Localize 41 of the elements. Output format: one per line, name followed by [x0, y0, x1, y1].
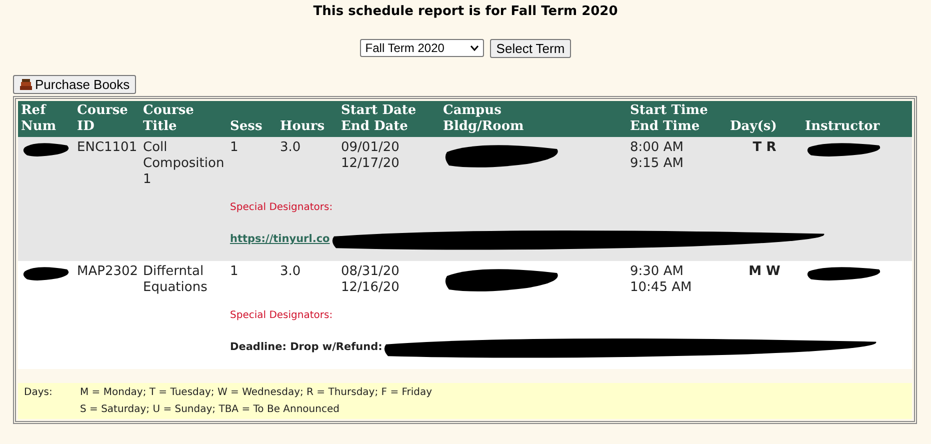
hours: 3.0 — [280, 140, 302, 156]
column-header: Instructor — [802, 101, 912, 137]
report-title: This schedule report is for Fall Term 2020 — [313, 4, 618, 19]
course-id: ENC1101 — [77, 140, 137, 156]
hours: 3.0 — [280, 264, 302, 280]
term-select[interactable]: Fall Term 2020 — [360, 39, 484, 57]
legend-text: S = Saturday; U = Sunday; TBA = To Be Announced — [80, 404, 340, 415]
meeting-days: T R — [730, 140, 799, 156]
column-header: Hours — [277, 101, 338, 137]
special-designators-label: Special Designators: — [230, 309, 334, 323]
select-term-button[interactable]: Select Term — [490, 39, 571, 58]
start-date: 08/31/20 — [341, 264, 400, 280]
column-header: Ref Num — [18, 101, 74, 137]
end-time: 9:15 AM — [630, 156, 684, 172]
end-time: 10:45 AM — [630, 280, 693, 296]
meeting-days: M W — [730, 264, 799, 280]
session: 1 — [230, 140, 240, 156]
deadline-text: Deadline: Drop w/Refund: — [230, 340, 382, 355]
course-title: Differntal Equations — [143, 264, 208, 296]
column-header: Day(s) — [727, 101, 802, 137]
column-header: Course ID — [74, 101, 140, 137]
caret-icon — [470, 45, 480, 51]
purchase-books-button[interactable]: Purchase Books — [13, 75, 136, 94]
legend-text: M = Monday; T = Tuesday; W = Wednesday; R = Thursday; F = Friday — [80, 387, 434, 398]
course-id: MAP2302 — [77, 264, 137, 280]
column-header: Start Date End Date — [338, 101, 440, 137]
start-time: 9:30 AM — [630, 264, 684, 280]
column-header: Sess — [227, 101, 277, 137]
books-icon — [19, 78, 33, 92]
special-designators-label: Special Designators: — [230, 201, 334, 215]
column-header: Start Time End Time — [627, 101, 727, 137]
start-time: 8:00 AM — [630, 140, 684, 156]
info-link[interactable]: https://tinyurl.co — [230, 231, 330, 247]
end-date: 12/16/20 — [341, 280, 400, 296]
legend-label: Days: — [24, 387, 54, 398]
session: 1 — [230, 264, 240, 280]
course-title: Coll Composition 1 — [143, 140, 224, 188]
start-date: 09/01/20 — [341, 140, 400, 156]
column-header: Course Title — [140, 101, 227, 137]
end-date: 12/17/20 — [341, 156, 400, 172]
column-header: Campus Bldg/Room — [440, 101, 627, 137]
